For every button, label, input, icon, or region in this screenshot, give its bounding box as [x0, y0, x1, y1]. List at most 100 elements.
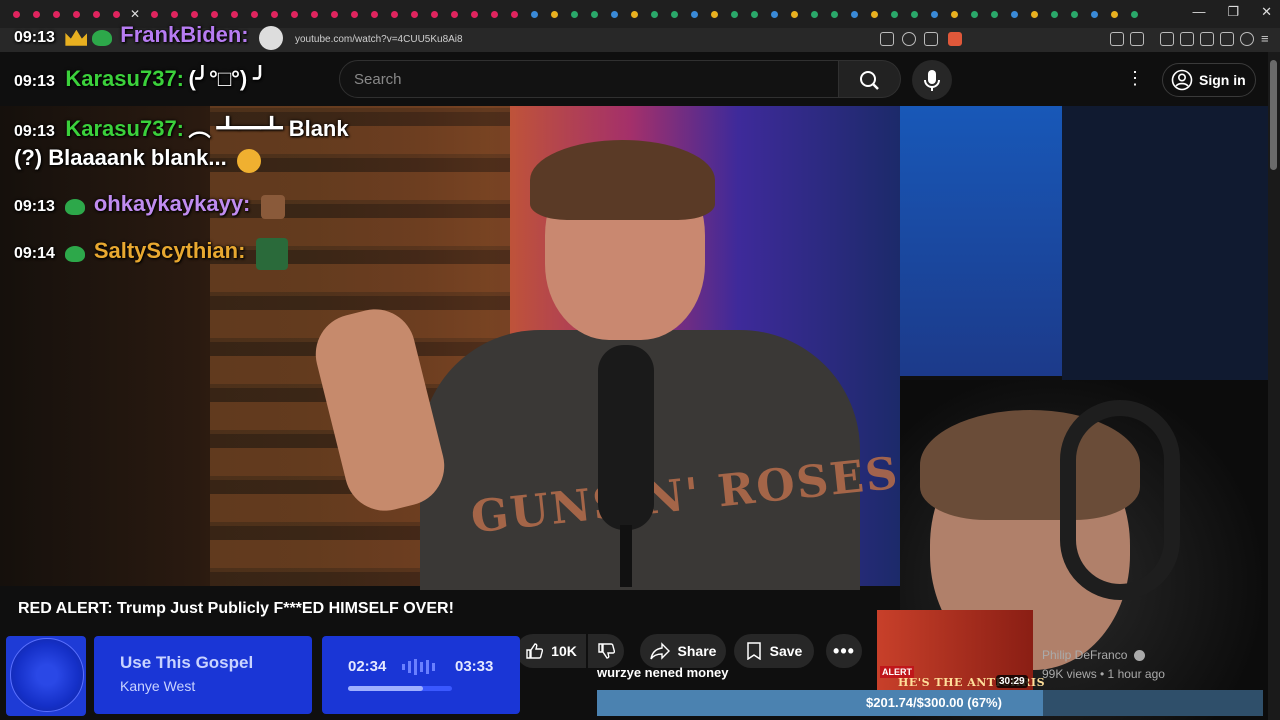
browser-tab-favicon[interactable] [584, 0, 604, 28]
audio-visualizer-icon [402, 659, 442, 675]
browser-tab-favicon[interactable] [1084, 0, 1104, 28]
voice-search-button[interactable] [912, 60, 952, 100]
browser-tab-favicon[interactable] [284, 0, 304, 28]
browser-tab-favicon[interactable] [724, 0, 744, 28]
studio-microphone [598, 345, 654, 530]
browser-tab-favicon[interactable] [704, 0, 724, 28]
vinyl-disc-icon [10, 638, 84, 712]
thumbs-down-icon [598, 643, 615, 659]
vpn-icon[interactable] [1240, 32, 1254, 46]
comment-preview: wurzye nened money [597, 665, 729, 680]
browser-tab-favicon[interactable] [364, 0, 384, 28]
close-tab-icon[interactable]: ✕ [126, 7, 144, 21]
brave-shield-icon[interactable] [948, 32, 962, 46]
presenter-hair [530, 140, 715, 220]
screen-capture-icon[interactable] [880, 32, 894, 46]
thumbs-up-icon [526, 643, 544, 659]
media-icon[interactable] [1160, 32, 1174, 46]
verified-icon [1133, 650, 1145, 662]
browser-tab-favicon[interactable] [744, 0, 764, 28]
browser-tab-favicon[interactable] [1064, 0, 1084, 28]
browser-tab-favicon[interactable] [924, 0, 944, 28]
browser-tab-favicon[interactable] [624, 0, 644, 28]
browser-tab-favicon[interactable] [544, 0, 564, 28]
share-page-icon[interactable] [924, 32, 938, 46]
share-button[interactable]: Share [640, 634, 726, 668]
browser-tab-favicon[interactable] [404, 0, 424, 28]
browser-tab-favicon[interactable] [344, 0, 364, 28]
chat-username[interactable]: SaltyScythian: [94, 238, 246, 263]
chat-username[interactable]: ohkaykaykayy: [94, 191, 251, 216]
browser-tab-favicon[interactable] [844, 0, 864, 28]
chat-message: 09:13 Karasu737: (╯°□°) ╯ [14, 66, 267, 92]
browser-tab-favicon[interactable] [684, 0, 704, 28]
search-input[interactable]: Search [339, 60, 839, 98]
browser-tab-favicon[interactable] [904, 0, 924, 28]
browser-tab-favicon[interactable] [964, 0, 984, 28]
browser-tab-favicon[interactable] [864, 0, 884, 28]
more-options-icon[interactable]: ⋮ [1126, 68, 1144, 89]
minimize-icon[interactable]: — [1192, 4, 1205, 20]
browser-tab-favicon[interactable] [464, 0, 484, 28]
browser-tab-favicon[interactable] [504, 0, 524, 28]
chat-username[interactable]: Karasu737: [65, 116, 184, 141]
chat-timestamp: 09:13 [14, 198, 55, 215]
portrait-emote-icon [255, 238, 288, 270]
browser-menu-icon[interactable]: ≡ [1261, 31, 1269, 46]
zoom-icon[interactable] [902, 32, 916, 46]
browser-tab-favicon[interactable] [1104, 0, 1124, 28]
browser-tab-favicon[interactable] [564, 0, 584, 28]
browser-tab-favicon[interactable] [304, 0, 324, 28]
chat-timestamp: 09:13 [14, 123, 55, 140]
browser-tab-favicon[interactable] [984, 0, 1004, 28]
browser-tab-favicon[interactable] [944, 0, 964, 28]
browser-tab-favicon[interactable] [884, 0, 904, 28]
browser-tab-favicon[interactable] [1124, 0, 1144, 28]
recommended-video-meta: 99K views • 1 hour ago [1042, 667, 1165, 681]
extensions-icon[interactable] [1110, 32, 1124, 46]
recommended-channel-name[interactable]: Philip DeFranco [1042, 648, 1145, 662]
dislike-button[interactable] [588, 634, 624, 668]
scrollbar-thumb[interactable] [1270, 60, 1277, 170]
chat-text: (?) Blaaaank blank... [14, 145, 227, 170]
url-text[interactable]: youtube.com/watch?v=4CUU5Ku8Ai8 [295, 34, 463, 45]
browser-tab-favicon[interactable] [784, 0, 804, 28]
bookmark-icon [746, 642, 761, 660]
elapsed-time: 02:34 [348, 658, 387, 675]
reader-mode-icon[interactable] [1130, 32, 1144, 46]
browser-tab-favicon[interactable] [804, 0, 824, 28]
browser-tab-favicon[interactable] [764, 0, 784, 28]
chat-message: 09:14 SaltyScythian: [14, 238, 288, 270]
more-actions-button[interactable]: ••• [826, 634, 862, 668]
search-button[interactable] [839, 60, 901, 98]
chat-username[interactable]: Karasu737: [65, 66, 184, 91]
browser-tab-favicon[interactable] [1004, 0, 1024, 28]
save-button[interactable]: Save [734, 634, 814, 668]
wallet-icon[interactable] [1200, 32, 1214, 46]
face-emote-icon [259, 25, 284, 50]
chat-text: (╯°□°) ╯ [188, 66, 267, 91]
browser-tab-favicon[interactable] [664, 0, 684, 28]
browser-tab-favicon[interactable] [424, 0, 444, 28]
browser-tab-favicon[interactable] [824, 0, 844, 28]
browser-tab-favicon[interactable] [444, 0, 464, 28]
browser-tab-favicon[interactable] [324, 0, 344, 28]
chat-timestamp: 09:14 [14, 245, 55, 263]
sign-in-button[interactable]: Sign in [1162, 63, 1256, 97]
sidebar-icon[interactable] [1180, 32, 1194, 46]
video-title: RED ALERT: Trump Just Publicly F***ED HI… [18, 600, 454, 617]
chat-message-continued: (?) Blaaaank blank... [14, 145, 262, 173]
browser-tab-favicon[interactable] [644, 0, 664, 28]
downloads-icon[interactable] [1220, 32, 1234, 46]
chat-username[interactable]: FrankBiden: [120, 22, 248, 47]
browser-tab-favicon[interactable] [1044, 0, 1064, 28]
browser-tab-favicon[interactable] [524, 0, 544, 28]
browser-tab-favicon[interactable] [384, 0, 404, 28]
browser-tab-favicon[interactable] [484, 0, 504, 28]
microphone-icon [924, 70, 940, 91]
close-window-icon[interactable]: ✕ [1261, 4, 1272, 20]
like-button[interactable]: 10K [516, 634, 586, 668]
browser-tab-favicon[interactable] [1024, 0, 1044, 28]
browser-tab-favicon[interactable] [604, 0, 624, 28]
maximize-icon[interactable]: ❐ [1227, 4, 1239, 20]
